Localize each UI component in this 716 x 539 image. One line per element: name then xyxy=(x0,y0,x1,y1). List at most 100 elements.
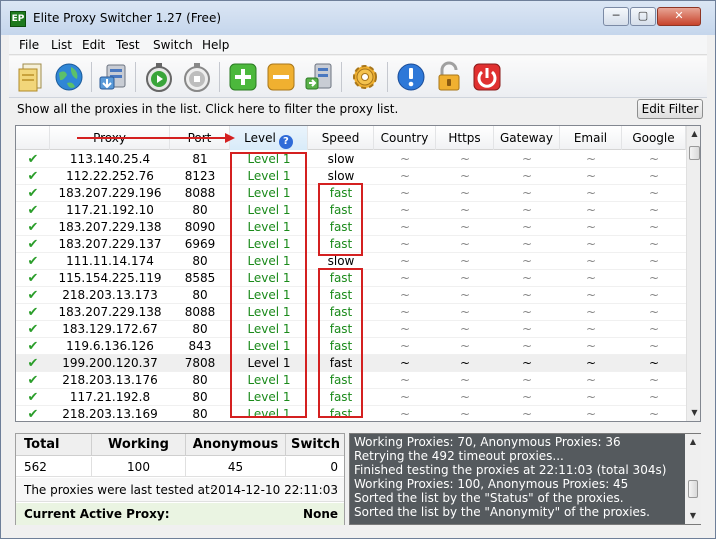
stats-switch-value: 0 xyxy=(286,457,344,477)
cell-google: ~ xyxy=(648,339,660,353)
stats-header-switch: Switch xyxy=(286,434,344,456)
cell-country: ~ xyxy=(399,237,411,251)
column-header-email[interactable]: Email xyxy=(560,126,622,150)
column-header-google[interactable]: Google xyxy=(622,126,686,150)
scroll-thumb[interactable] xyxy=(689,146,700,160)
cell-email: ~ xyxy=(585,305,597,319)
minimize-button[interactable]: ─ xyxy=(603,7,629,26)
log-scroll-thumb[interactable] xyxy=(688,480,698,498)
cell-email: ~ xyxy=(585,390,597,404)
annotation-arrow-head xyxy=(225,133,235,143)
status-check-icon: ✔ xyxy=(27,305,39,320)
cell-google: ~ xyxy=(648,271,660,285)
settings-gear-icon[interactable] xyxy=(349,61,381,93)
column-header-country[interactable]: Country xyxy=(374,126,436,150)
edit-filter-button[interactable]: Edit Filter xyxy=(637,99,703,119)
cell-gateway: ~ xyxy=(521,271,533,285)
cell-proxy: 183.207.229.138 xyxy=(58,220,162,234)
cell-proxy: 115.154.225.119 xyxy=(58,271,162,285)
column-header-https[interactable]: Https xyxy=(436,126,494,150)
log-line: Finished testing the proxies at 22:11:03… xyxy=(354,463,667,477)
cell-country: ~ xyxy=(399,339,411,353)
status-check-icon: ✔ xyxy=(27,373,39,388)
filter-description-link[interactable]: Show all the proxies in the list. Click … xyxy=(17,102,398,116)
menu-file[interactable]: File xyxy=(19,38,39,52)
cell-country: ~ xyxy=(399,373,411,387)
cell-country: ~ xyxy=(399,203,411,217)
menu-list[interactable]: List xyxy=(51,38,72,52)
cell-gateway: ~ xyxy=(521,339,533,353)
column-header-status[interactable] xyxy=(16,126,50,150)
cell-port: 80 xyxy=(192,407,208,421)
vertical-scrollbar[interactable]: ▲ ▼ xyxy=(686,126,700,421)
globe-icon[interactable] xyxy=(53,61,85,93)
scroll-up-icon[interactable]: ▲ xyxy=(687,126,700,142)
cell-https: ~ xyxy=(459,407,471,421)
cell-https: ~ xyxy=(459,186,471,200)
cell-email: ~ xyxy=(585,356,597,370)
lock-icon[interactable] xyxy=(433,61,465,93)
cell-proxy: 218.203.13.173 xyxy=(62,288,158,302)
cell-email: ~ xyxy=(585,220,597,234)
annotation-box-level xyxy=(230,152,307,418)
download-list-icon[interactable] xyxy=(97,61,129,93)
cell-email: ~ xyxy=(585,407,597,421)
scroll-down-icon[interactable]: ▼ xyxy=(687,405,700,421)
cell-google: ~ xyxy=(648,152,660,166)
toolbar xyxy=(9,56,707,98)
cell-gateway: ~ xyxy=(521,203,533,217)
cell-gateway: ~ xyxy=(521,356,533,370)
stats-anonymous-value: 45 xyxy=(186,457,286,477)
stats-header-anonymous: Anonymous xyxy=(186,434,286,456)
stats-total-value: 562 xyxy=(16,457,92,477)
title-bar[interactable]: EP Elite Proxy Switcher 1.27 (Free) ─ ▢ … xyxy=(1,1,715,35)
stats-header-total: Total xyxy=(16,434,92,456)
log-scrollbar[interactable]: ▲ ▼ xyxy=(685,434,701,524)
remove-proxy-icon[interactable] xyxy=(265,61,297,93)
column-header-level-label: Level xyxy=(244,131,276,145)
column-header-speed[interactable]: Speed xyxy=(308,126,374,150)
cell-country: ~ xyxy=(399,390,411,404)
log-scroll-up-icon[interactable]: ▲ xyxy=(685,434,701,450)
menu-switch[interactable]: Switch xyxy=(153,38,193,52)
cell-https: ~ xyxy=(459,203,471,217)
table-row[interactable]: ✔ 113.140.25.4 81 Level 1 slow ~ ~ ~ ~ ~ xyxy=(16,151,686,168)
cell-proxy: 218.203.13.176 xyxy=(62,373,158,387)
close-button[interactable]: ✕ xyxy=(657,7,701,26)
menu-help[interactable]: Help xyxy=(202,38,229,52)
cell-gateway: ~ xyxy=(521,237,533,251)
stopwatch-test-icon[interactable] xyxy=(143,61,175,93)
filter-bar: Show all the proxies in the list. Click … xyxy=(9,98,707,121)
open-file-icon[interactable] xyxy=(15,61,47,93)
maximize-button[interactable]: ▢ xyxy=(630,7,656,26)
column-header-level[interactable]: Level? xyxy=(230,126,308,150)
cell-gateway: ~ xyxy=(521,407,533,421)
log-line: Sorted the list by the "Anonymity" of th… xyxy=(354,505,650,519)
cell-gateway: ~ xyxy=(521,373,533,387)
cell-gateway: ~ xyxy=(521,152,533,166)
status-check-icon: ✔ xyxy=(27,186,39,201)
cell-proxy: 183.207.229.196 xyxy=(58,186,162,200)
cell-country: ~ xyxy=(399,186,411,200)
log-scroll-down-icon[interactable]: ▼ xyxy=(685,508,701,524)
cell-port: 8088 xyxy=(184,305,216,319)
help-question-icon[interactable]: ? xyxy=(278,135,293,149)
stopwatch-stop-icon[interactable] xyxy=(181,61,213,93)
cell-proxy: 183.207.229.137 xyxy=(58,237,162,251)
menu-test[interactable]: Test xyxy=(116,38,140,52)
toolbar-separator xyxy=(341,62,342,92)
column-header-gateway[interactable]: Gateway xyxy=(494,126,560,150)
status-check-icon: ✔ xyxy=(27,203,39,218)
cell-gateway: ~ xyxy=(521,186,533,200)
add-proxy-icon[interactable] xyxy=(227,61,259,93)
menu-edit[interactable]: Edit xyxy=(82,38,105,52)
cell-gateway: ~ xyxy=(521,305,533,319)
cell-port: 8585 xyxy=(184,271,216,285)
log-line: Retrying the 492 timeout proxies... xyxy=(354,449,564,463)
cell-email: ~ xyxy=(585,339,597,353)
power-icon[interactable] xyxy=(471,61,503,93)
cell-country: ~ xyxy=(399,356,411,370)
status-check-icon: ✔ xyxy=(27,288,39,303)
server-switch-icon[interactable] xyxy=(303,61,335,93)
info-icon[interactable] xyxy=(395,61,427,93)
